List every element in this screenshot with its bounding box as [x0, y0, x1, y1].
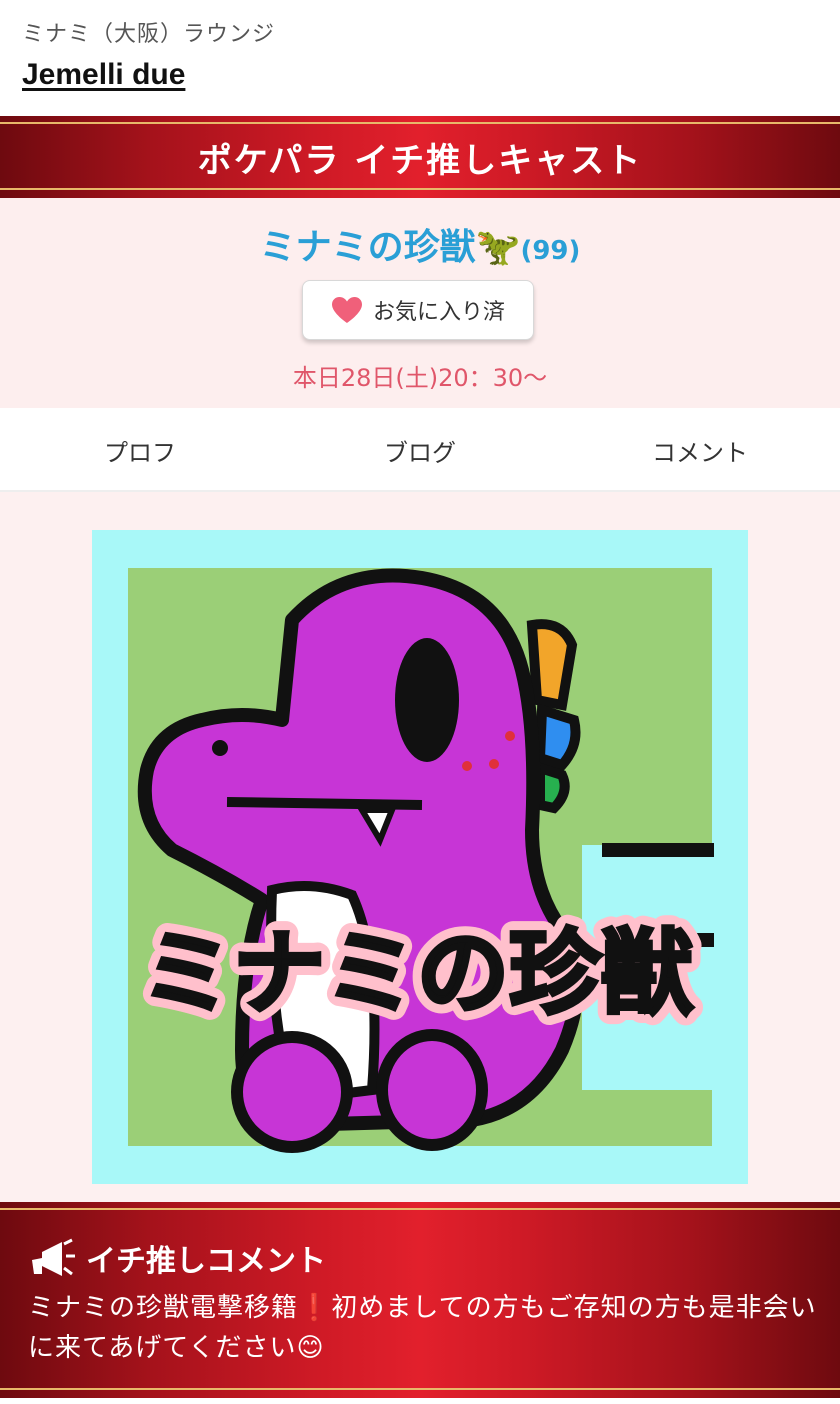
page-bottom [0, 1398, 840, 1404]
photo-logo-text: ミナミの珍獣 [141, 920, 693, 1027]
header: ミナミ（大阪）ラウンジ Jemelli due [0, 0, 840, 116]
banner-title: ポケパラ イチ推しキャスト [197, 140, 643, 181]
comment-heading-text: イチ推しコメント [86, 1244, 326, 1279]
tab-comment[interactable]: コメント [560, 408, 840, 492]
cast-age: (99) [520, 236, 581, 266]
area-label: ミナミ（大阪）ラウンジ [22, 22, 276, 47]
tab-bar: プロフ ブログ コメント [0, 408, 840, 496]
heart-icon [331, 297, 362, 323]
comment-section: イチ推しコメント ミナミの珍獣電撃移籍❗️初めましての方もご存知の方も是非会いに… [0, 1202, 840, 1398]
cast-name: ミナミの珍獣🦖(99) [0, 218, 840, 270]
megaphone-icon [32, 1238, 75, 1276]
cast-photo[interactable]: ミナミの珍獣 ミナミの珍獣 [92, 530, 748, 1184]
comment-body: ミナミの珍獣電撃移籍❗️初めましての方もご存知の方も是非会いに来てあげてください… [28, 1293, 817, 1363]
tab-blog[interactable]: ブログ [280, 408, 560, 492]
cast-name-text: ミナミの珍獣🦖 [259, 227, 521, 268]
tab-profile[interactable]: プロフ [0, 408, 280, 496]
banner: ポケパラ イチ推しキャスト [0, 116, 840, 198]
favorite-label: お気に入り済 [372, 300, 505, 325]
comment-heading: イチ推しコメント [28, 1236, 326, 1280]
favorite-button[interactable]: お気に入り済 [302, 280, 534, 340]
shop-name-link[interactable]: Jemelli due [22, 58, 185, 92]
schedule-text: 本日28日(土)20：30〜 [292, 364, 548, 392]
